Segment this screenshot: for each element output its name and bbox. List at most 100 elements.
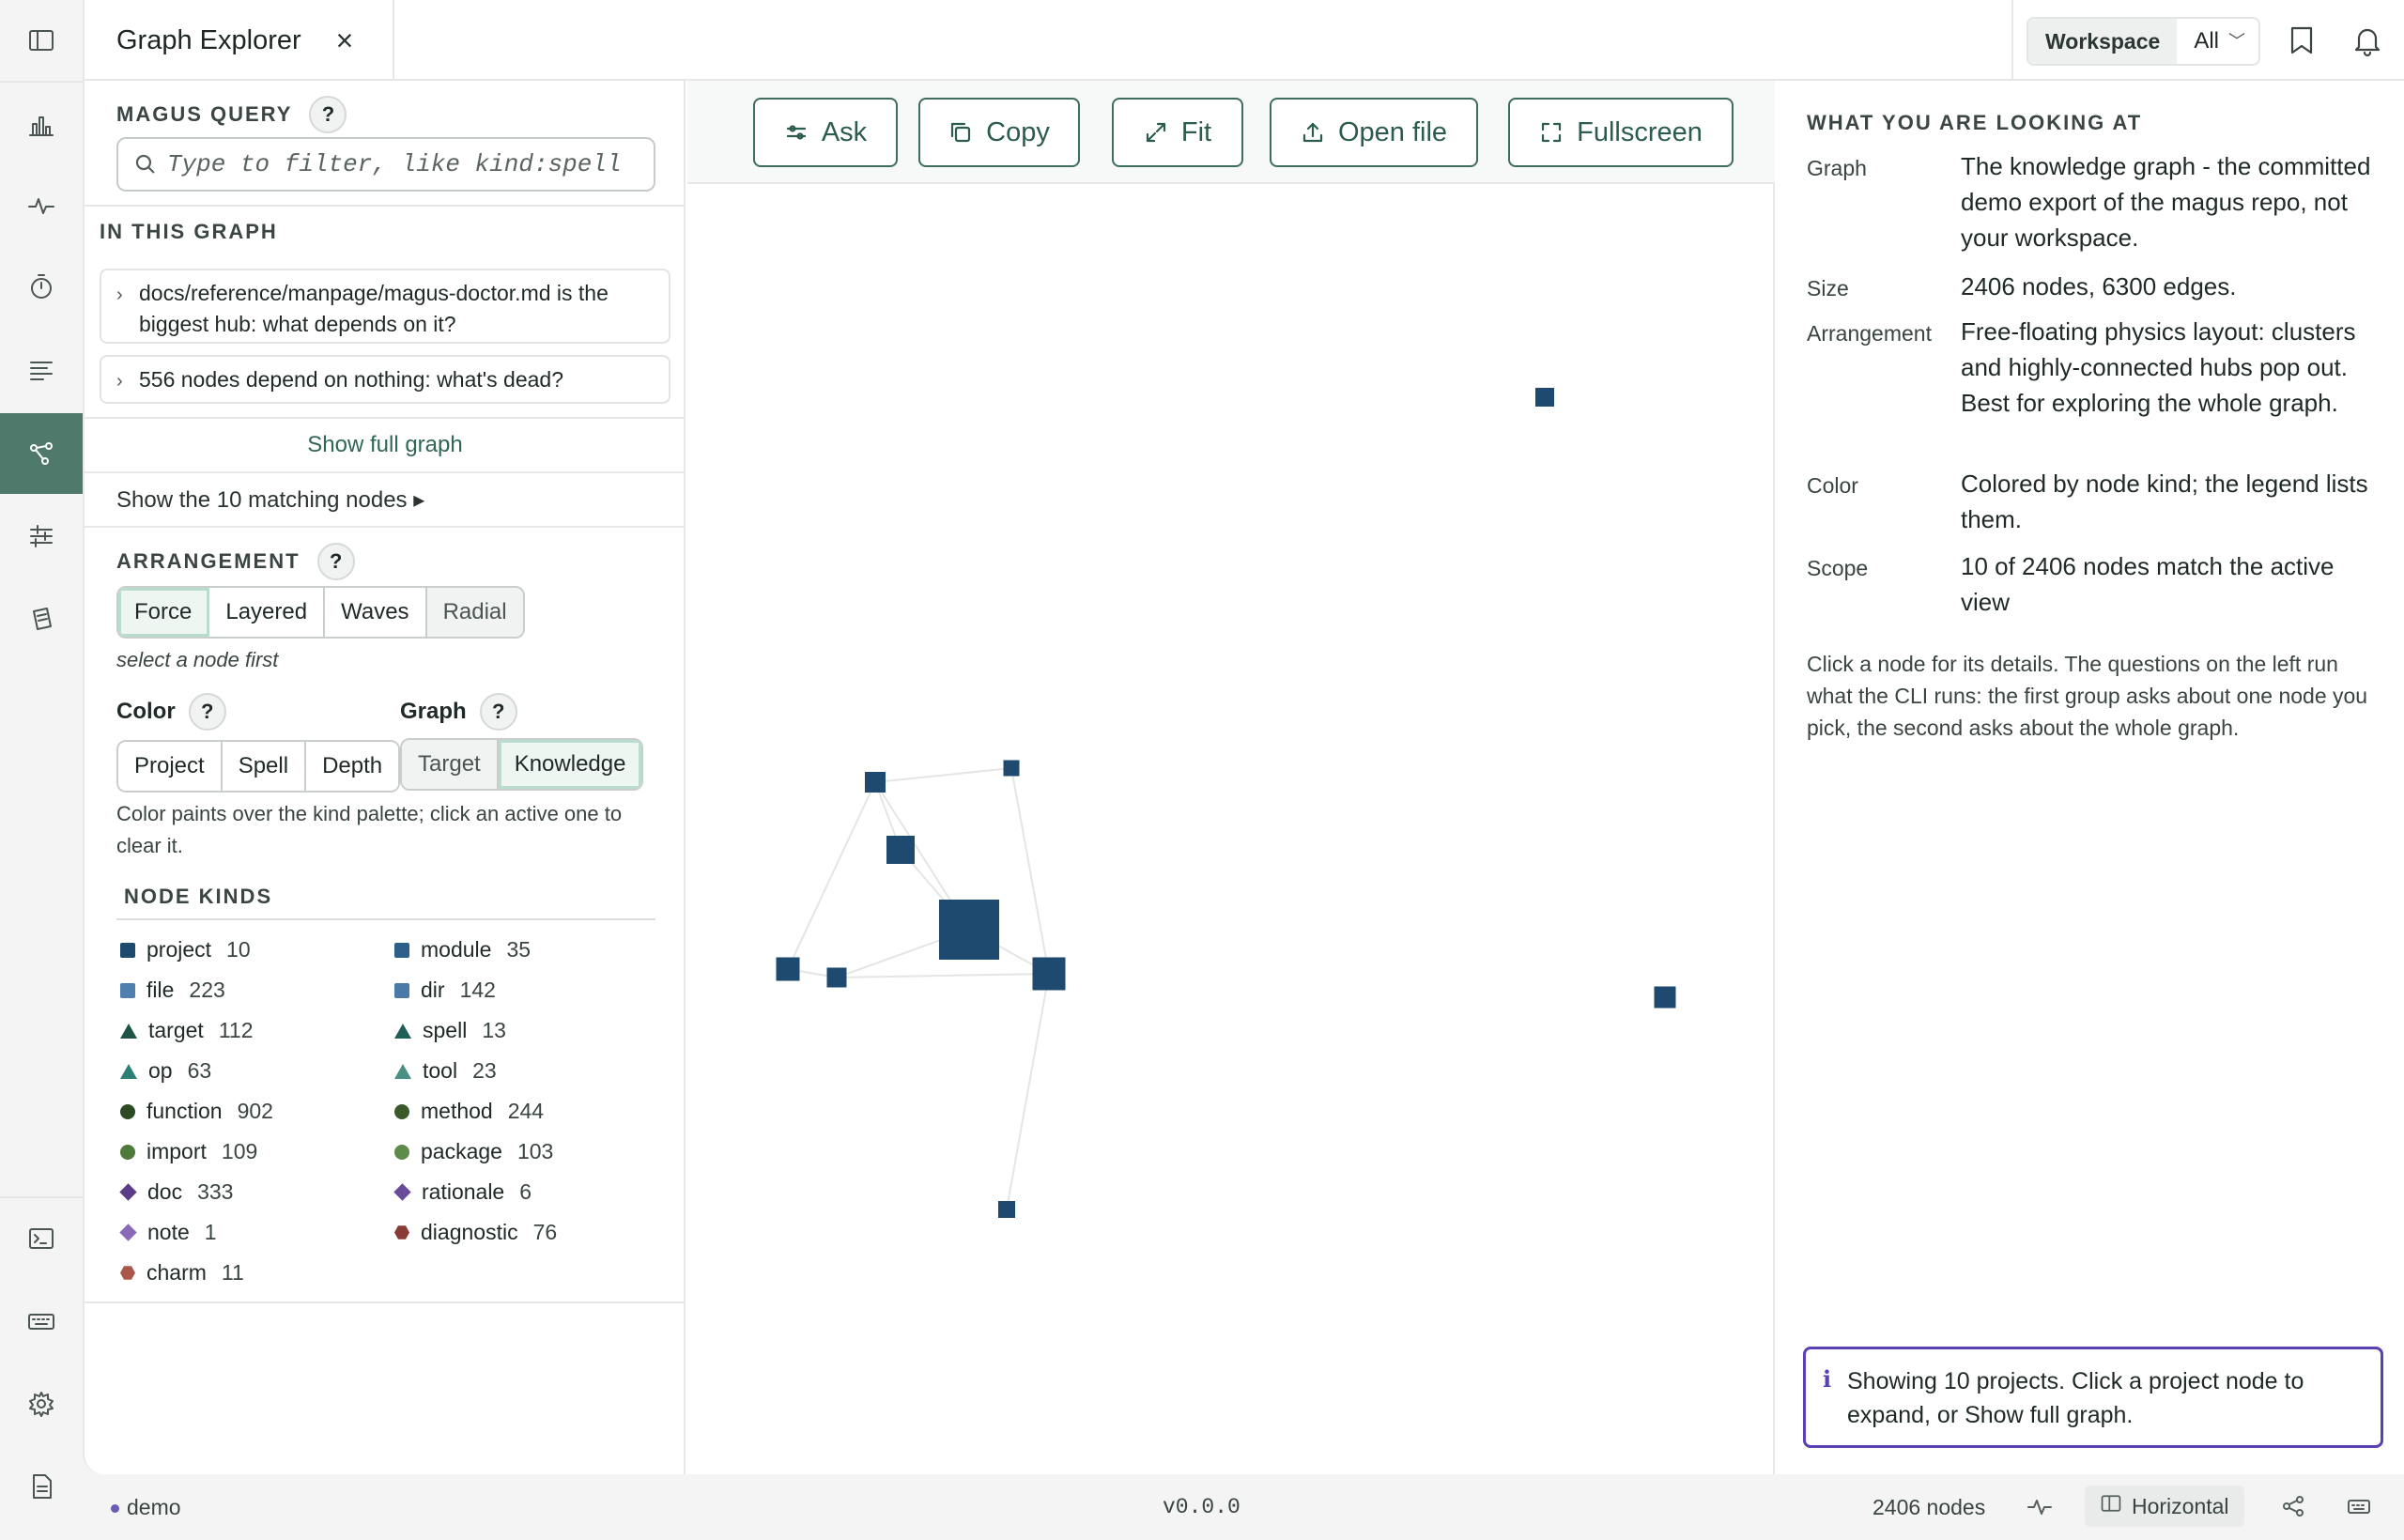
- project-node[interactable]: [865, 772, 886, 793]
- color-title: Color: [116, 699, 176, 724]
- show-matching-nodes-toggle[interactable]: Show the 10 matching nodes ▸: [116, 486, 424, 514]
- node-kind-count: 35: [506, 937, 532, 962]
- project-node[interactable]: [998, 1201, 1015, 1218]
- graph-canvas[interactable]: [687, 186, 1775, 1472]
- help-button[interactable]: ?: [479, 693, 517, 731]
- help-button[interactable]: ?: [309, 96, 347, 133]
- node-kind-import[interactable]: import 109: [120, 1139, 257, 1164]
- color-project-option[interactable]: Project: [118, 742, 223, 791]
- close-icon[interactable]: ×: [329, 24, 361, 56]
- activity-icon[interactable]: [2026, 1493, 2053, 1525]
- sidebar-toggle-icon[interactable]: [0, 0, 83, 81]
- info-value-scope: 10 of 2406 nodes match the active view: [1961, 552, 2335, 616]
- project-node[interactable]: [939, 900, 999, 960]
- project-node[interactable]: [1032, 957, 1066, 991]
- node-kind-package[interactable]: package 103: [394, 1139, 553, 1164]
- layout-toggle[interactable]: Horizontal: [2085, 1486, 2244, 1527]
- project-node[interactable]: [1535, 388, 1554, 407]
- color-note: Color paints over the kind palette; clic…: [116, 802, 623, 857]
- node-kind-name: charm: [146, 1260, 207, 1285]
- help-button[interactable]: ?: [188, 693, 226, 731]
- project-node[interactable]: [826, 967, 847, 988]
- project-node[interactable]: [776, 957, 800, 981]
- node-kind-count: 1: [204, 1220, 217, 1244]
- node-kind-doc[interactable]: doc 333: [119, 1179, 233, 1205]
- terminal-icon[interactable]: [0, 1198, 83, 1279]
- document-icon[interactable]: [0, 1446, 83, 1527]
- project-node[interactable]: [1003, 760, 1020, 777]
- help-button[interactable]: ?: [316, 543, 355, 580]
- copy-button[interactable]: Copy: [918, 98, 1080, 167]
- diamond-marker-icon: [119, 1224, 137, 1241]
- node-kind-name: rationale: [422, 1179, 505, 1204]
- info-value-size: 2406 nodes, 6300 edges.: [1961, 272, 2237, 300]
- activity-icon[interactable]: [0, 165, 83, 246]
- suggestion-dead-nodes[interactable]: › 556 nodes depend on nothing: what's de…: [100, 355, 670, 404]
- fit-button[interactable]: Fit: [1112, 98, 1243, 167]
- show-full-graph-button[interactable]: Show full graph: [85, 432, 686, 458]
- node-kind-project[interactable]: project 10: [120, 937, 251, 962]
- hexagon-marker-icon: [394, 1225, 409, 1240]
- bookmark-icon[interactable]: [2284, 23, 2319, 58]
- bell-icon[interactable]: [2350, 23, 2385, 58]
- node-kind-op[interactable]: op 63: [120, 1058, 211, 1084]
- node-kind-count: 902: [237, 1099, 273, 1123]
- sliders-icon[interactable]: [0, 496, 83, 577]
- list-icon[interactable]: [0, 329, 83, 409]
- tab-title: Graph Explorer: [116, 24, 301, 55]
- clipboard-icon[interactable]: [0, 578, 83, 659]
- ask-button[interactable]: Ask: [753, 98, 898, 167]
- node-kind-diagnostic[interactable]: diagnostic 76: [394, 1220, 557, 1245]
- workspace-dropdown[interactable]: All ﹀: [2177, 19, 2258, 64]
- suggestion-biggest-hub[interactable]: › docs/reference/manpage/magus-doctor.md…: [100, 269, 670, 344]
- query-panel: MAGUS QUERY ? IN THIS GRAPH › docs/refer…: [85, 81, 686, 1474]
- node-kind-dir[interactable]: dir 142: [394, 978, 496, 1003]
- chart-icon[interactable]: [0, 85, 83, 165]
- tab-graph-explorer[interactable]: Graph Explorer ×: [85, 0, 394, 81]
- node-kind-tool[interactable]: tool 23: [394, 1058, 497, 1084]
- arrangement-force-option[interactable]: Force: [118, 588, 210, 637]
- project-node[interactable]: [1654, 986, 1676, 1009]
- graph-edge: [1006, 973, 1050, 1210]
- open-file-button[interactable]: Open file: [1270, 98, 1478, 167]
- keyboard-icon[interactable]: [2346, 1493, 2372, 1525]
- graph-edge: [874, 767, 1012, 783]
- node-kind-spell[interactable]: spell 13: [394, 1018, 506, 1043]
- icon-rail: [0, 0, 83, 1540]
- arrangement-layered-option[interactable]: Layered: [209, 588, 326, 637]
- keyboard-icon[interactable]: [0, 1281, 83, 1362]
- graph-icon[interactable]: [0, 413, 83, 494]
- fullscreen-button[interactable]: Fullscreen: [1508, 98, 1734, 167]
- color-spell-option[interactable]: Spell: [222, 742, 307, 791]
- node-kind-method[interactable]: method 244: [394, 1099, 544, 1124]
- magus-query-heading: MAGUS QUERY ?: [116, 96, 347, 133]
- node-kind-count: 13: [482, 1018, 506, 1042]
- node-kind-file[interactable]: file 223: [120, 978, 225, 1003]
- node-kind-rationale[interactable]: rationale 6: [393, 1179, 532, 1205]
- arrangement-waves-option[interactable]: Waves: [325, 588, 427, 637]
- node-kind-note[interactable]: note 1: [119, 1220, 217, 1245]
- query-input[interactable]: [166, 150, 654, 178]
- workspace-status[interactable]: demo: [111, 1495, 181, 1520]
- info-paragraph: Click a node for its details. The questi…: [1807, 652, 2368, 740]
- graph-knowledge-option[interactable]: Knowledge: [498, 740, 642, 789]
- node-kind-target[interactable]: target 112: [120, 1018, 254, 1043]
- graph-target-option[interactable]: Target: [402, 740, 499, 789]
- node-kind-charm[interactable]: charm 11: [120, 1260, 244, 1286]
- node-kind-function[interactable]: function 902: [120, 1099, 273, 1124]
- settings-gear-icon[interactable]: [0, 1363, 83, 1444]
- share-icon[interactable]: [2280, 1493, 2306, 1525]
- timer-icon[interactable]: [0, 246, 83, 327]
- arrangement-segmented-control: Force Layered Waves Radial: [116, 586, 525, 639]
- node-kinds-heading: NODE KINDS: [124, 885, 273, 908]
- node-kind-name: project: [146, 937, 212, 962]
- color-depth-option[interactable]: Depth: [306, 742, 399, 791]
- project-node[interactable]: [886, 836, 915, 864]
- node-kind-count: 112: [218, 1018, 254, 1042]
- arrangement-radial-option[interactable]: Radial: [426, 588, 523, 637]
- workspace-selector[interactable]: Workspace All ﹀: [2026, 17, 2260, 66]
- sliders-icon: [786, 125, 806, 140]
- node-kind-module[interactable]: module 35: [394, 937, 531, 962]
- node-kind-count: 142: [459, 978, 496, 1002]
- node-kind-name: op: [148, 1058, 173, 1083]
